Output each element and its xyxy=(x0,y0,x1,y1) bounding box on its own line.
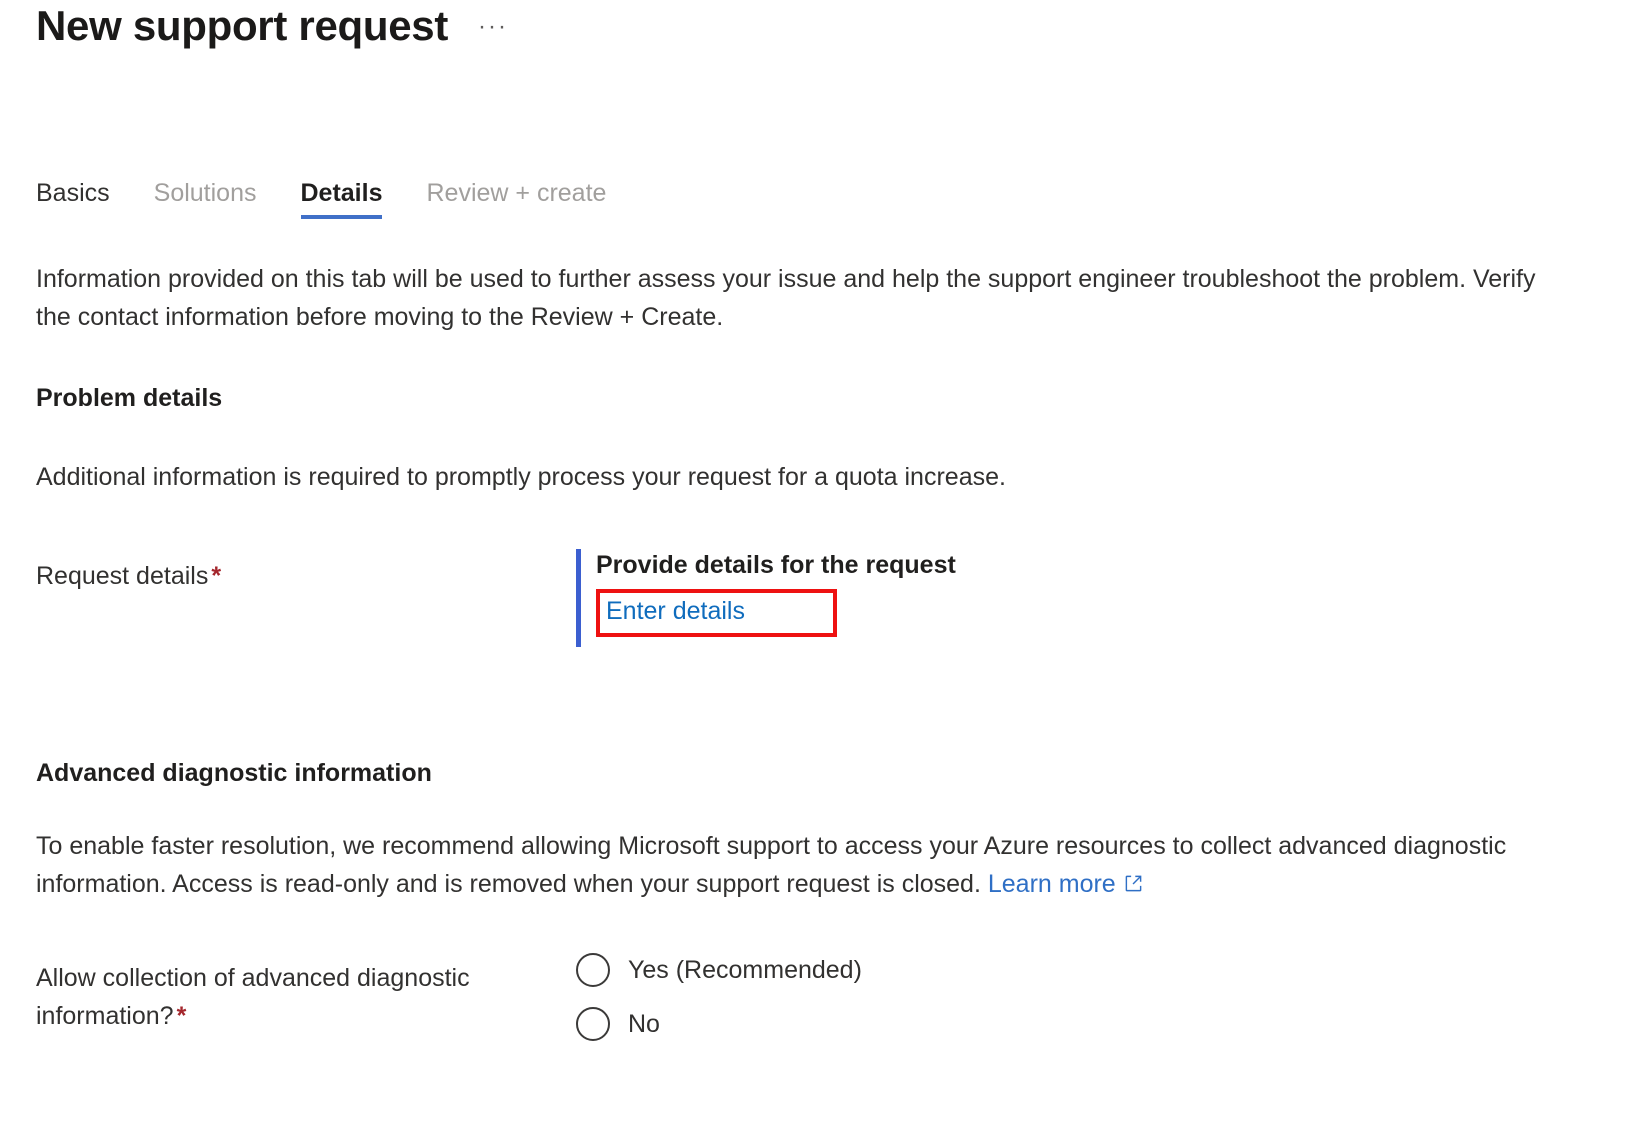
advanced-diagnostics-heading: Advanced diagnostic information xyxy=(36,759,432,787)
external-link-icon[interactable] xyxy=(1124,874,1143,893)
advanced-diagnostics-description: To enable faster resolution, we recommen… xyxy=(36,828,1616,903)
allow-collection-label-line1: Allow collection of advanced diagnostic xyxy=(36,964,470,992)
allow-collection-label-line2: information? xyxy=(36,1002,174,1030)
intro-text: Information provided on this tab will be… xyxy=(36,265,1536,331)
provide-details-heading: Provide details for the request xyxy=(596,550,956,579)
wizard-tabs: Basics Solutions Details Review + create xyxy=(36,178,1649,236)
request-details-row: Request details * Provide details for the… xyxy=(36,548,1649,647)
callout-accent-bar xyxy=(576,548,581,647)
allow-collection-label: Allow collection of advanced diagnostic … xyxy=(36,951,576,1035)
radio-option-yes[interactable]: Yes (Recommended) xyxy=(576,953,862,987)
tab-details[interactable]: Details xyxy=(300,178,383,225)
allow-collection-row: Allow collection of advanced diagnostic … xyxy=(36,951,1649,1061)
required-asterisk: * xyxy=(211,561,222,590)
tab-details-label: Details xyxy=(300,179,383,207)
page-title: New support request xyxy=(36,2,449,49)
request-details-label-text: Request details xyxy=(36,561,209,590)
radio-option-no-label: No xyxy=(628,1009,660,1038)
tab-review-create-label: Review + create xyxy=(426,179,607,207)
radio-circle-icon[interactable] xyxy=(576,1007,610,1041)
tab-solutions-label: Solutions xyxy=(153,179,257,207)
advanced-diagnostics-description-text: To enable faster resolution, we recommen… xyxy=(36,832,1507,898)
tab-review-create[interactable]: Review + create xyxy=(426,178,606,225)
radio-circle-icon[interactable] xyxy=(576,953,610,987)
tab-basics[interactable]: Basics xyxy=(36,178,110,225)
page-header: New support request ··· xyxy=(36,0,1649,68)
request-details-control: Provide details for the request Enter de… xyxy=(576,548,956,647)
problem-details-description: Additional information is required to pr… xyxy=(36,463,1006,491)
required-asterisk: * xyxy=(176,1002,187,1030)
tab-solutions[interactable]: Solutions xyxy=(154,178,257,225)
request-details-label: Request details * xyxy=(36,549,576,595)
support-request-page: New support request ··· Basics Solutions… xyxy=(0,0,1649,1146)
tab-basics-label: Basics xyxy=(36,179,110,207)
allow-collection-radio-group: Yes (Recommended) No xyxy=(576,951,862,1061)
learn-more-link[interactable]: Learn more xyxy=(988,870,1116,898)
enter-details-highlight: Enter details xyxy=(596,589,837,637)
radio-option-no[interactable]: No xyxy=(576,1007,862,1041)
enter-details-link[interactable]: Enter details xyxy=(606,597,745,625)
problem-details-heading: Problem details xyxy=(36,384,223,412)
radio-option-yes-label: Yes (Recommended) xyxy=(628,955,862,984)
more-actions-icon[interactable]: ··· xyxy=(478,15,508,39)
